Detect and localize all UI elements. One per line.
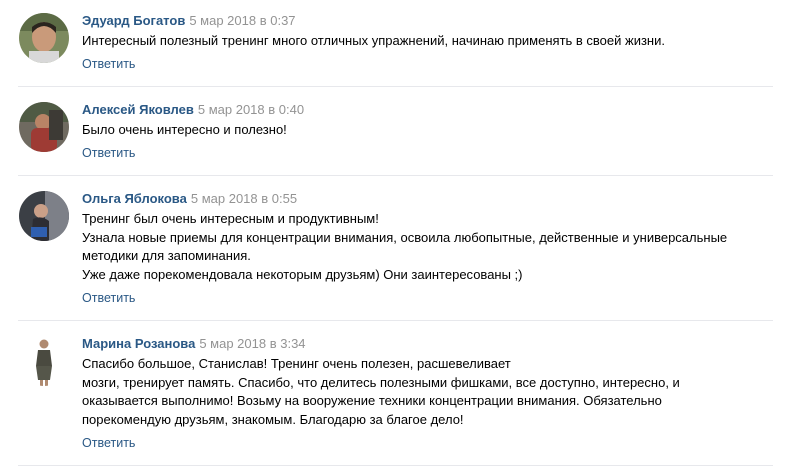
author-name[interactable]: Эдуард Богатов	[82, 13, 185, 28]
comment-line: оказывается выполнимо! Возьму на вооруже…	[82, 393, 662, 408]
comment-line: методики для запоминания.	[82, 248, 251, 263]
avatar-photo-icon	[19, 191, 69, 241]
comment-date[interactable]: 5 мар 2018 в 0:55	[191, 191, 297, 206]
divider	[18, 465, 773, 466]
reply-link[interactable]: Ответить	[82, 56, 135, 72]
comment-line: Спасибо большое, Станислав! Тренинг очен…	[82, 356, 511, 371]
comment-text: Тренинг был очень интересным и продуктив…	[82, 210, 772, 284]
comment-date[interactable]: 5 мар 2018 в 3:34	[199, 336, 305, 351]
avatar-photo-icon	[19, 102, 69, 152]
comments-list: Эдуард Богатов 5 мар 2018 в 0:37 Интересн…	[0, 0, 791, 467]
divider	[18, 320, 773, 321]
divider	[18, 175, 773, 176]
comment-header: Марина Розанова 5 мар 2018 в 3:34	[82, 336, 306, 352]
comment-line: Интересный полезный тренинг много отличн…	[82, 33, 665, 48]
author-name[interactable]: Ольга Яблокова	[82, 191, 187, 206]
author-name[interactable]: Марина Розанова	[82, 336, 195, 351]
comment-line: Уже даже порекомендовала некоторым друзь…	[82, 266, 523, 282]
avatar[interactable]	[19, 191, 69, 241]
comment-text: Интересный полезный тренинг много отличн…	[82, 32, 772, 51]
avatar[interactable]	[19, 336, 69, 386]
comment-line: Тренинг был очень интересным и продуктив…	[82, 211, 379, 226]
comment-line: порекомендую друзьям, знакомым. Благодар…	[82, 411, 464, 427]
avatar[interactable]	[19, 102, 69, 152]
avatar[interactable]	[19, 13, 69, 63]
avatar-photo-icon	[19, 13, 69, 63]
comment-date[interactable]: 5 мар 2018 в 0:37	[189, 13, 295, 28]
avatar-photo-icon	[19, 336, 69, 386]
comment-line: мозги, тренирует память. Спасибо, что де…	[82, 374, 680, 390]
reply-link[interactable]: Ответить	[82, 290, 135, 306]
comment-text: Спасибо большое, Станислав! Тренинг очен…	[82, 355, 772, 429]
comment-line: Узнала новые приемы для концентрации вни…	[82, 229, 728, 245]
comment-date[interactable]: 5 мар 2018 в 0:40	[198, 102, 304, 117]
comment-line: Было очень интересно и полезно!	[82, 122, 287, 137]
comment-header: Эдуард Богатов 5 мар 2018 в 0:37	[82, 13, 296, 29]
divider	[18, 86, 773, 87]
comment-header: Алексей Яковлев 5 мар 2018 в 0:40	[82, 102, 304, 118]
comment-header: Ольга Яблокова 5 мар 2018 в 0:55	[82, 191, 297, 207]
comment-text: Было очень интересно и полезно!	[82, 121, 772, 140]
reply-link[interactable]: Ответить	[82, 145, 135, 161]
reply-link[interactable]: Ответить	[82, 435, 135, 451]
author-name[interactable]: Алексей Яковлев	[82, 102, 194, 117]
